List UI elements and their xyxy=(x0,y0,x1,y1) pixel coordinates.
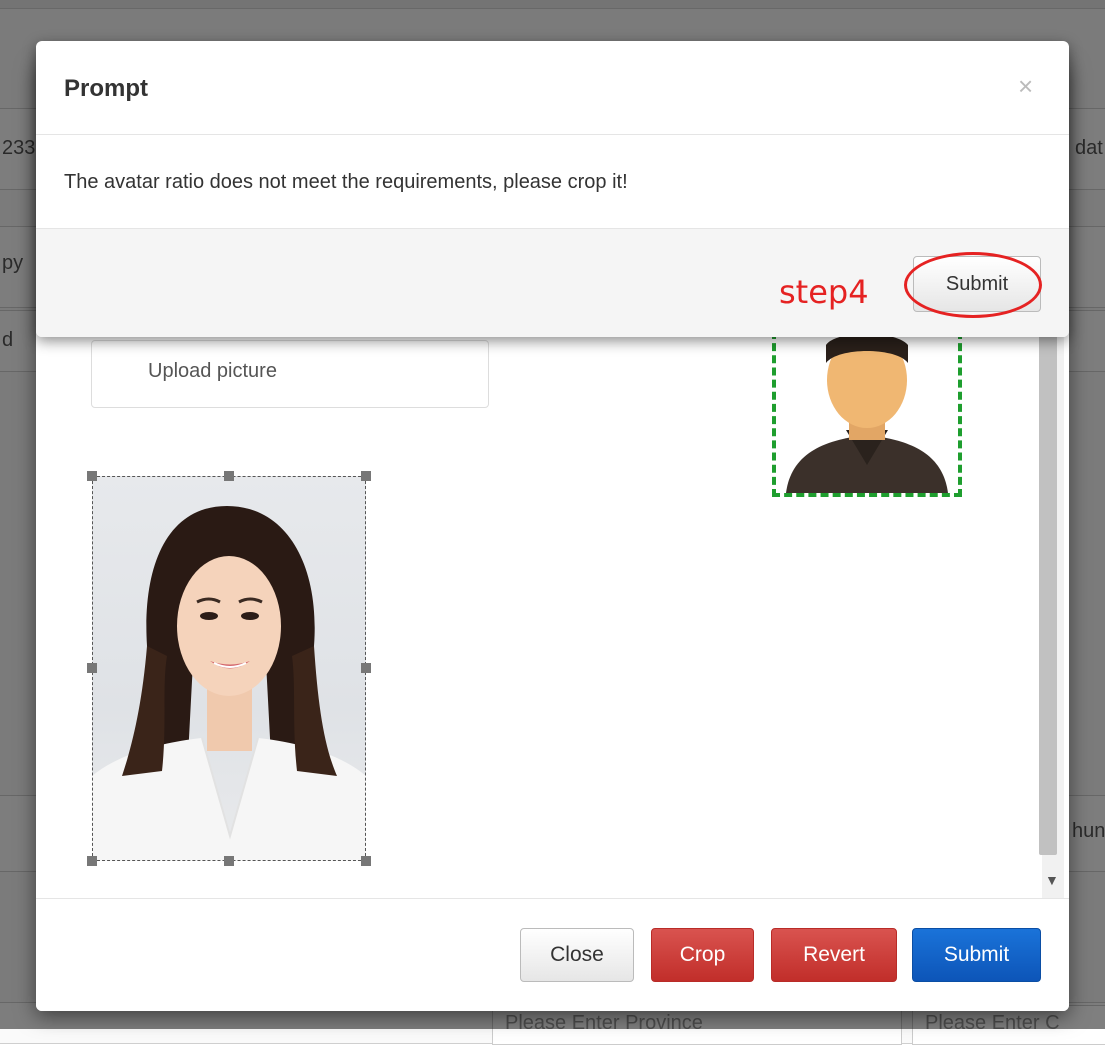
crop-selection-frame[interactable] xyxy=(92,476,366,861)
prompt-dialog: Prompt × The avatar ratio does not meet … xyxy=(36,41,1069,337)
step-annotation: step4 xyxy=(779,273,869,311)
submit-button[interactable]: Submit xyxy=(912,928,1041,982)
prompt-footer: step4 Submit xyxy=(36,228,1069,337)
close-icon[interactable]: × xyxy=(1018,71,1033,102)
crop-handle-left[interactable] xyxy=(87,663,97,673)
prompt-message: The avatar ratio does not meet the requi… xyxy=(64,171,628,193)
avatar-placeholder-icon xyxy=(776,335,958,493)
prompt-body: The avatar ratio does not meet the requi… xyxy=(36,135,1069,227)
close-button[interactable]: Close xyxy=(520,928,634,982)
crop-handle-top[interactable] xyxy=(224,471,234,481)
scrollbar-thumb[interactable] xyxy=(1039,315,1057,855)
crop-handle-top-right[interactable] xyxy=(361,471,371,481)
crop-handle-bottom-left[interactable] xyxy=(87,856,97,866)
crop-handle-top-left[interactable] xyxy=(87,471,97,481)
revert-button[interactable]: Revert xyxy=(771,928,897,982)
prompt-title: Prompt xyxy=(64,75,148,102)
crop-handle-bottom[interactable] xyxy=(224,856,234,866)
crop-handle-bottom-right[interactable] xyxy=(361,856,371,866)
prompt-submit-button[interactable]: Submit xyxy=(913,256,1041,312)
prompt-header: Prompt × xyxy=(36,41,1069,135)
crop-handle-right[interactable] xyxy=(361,663,371,673)
crop-button[interactable]: Crop xyxy=(651,928,754,982)
scroll-down-arrow-icon[interactable]: ▼ xyxy=(1045,872,1059,888)
upload-picture-button[interactable]: Upload picture xyxy=(91,340,489,408)
avatar-preview xyxy=(772,331,962,497)
crop-dialog-footer: Close Crop Revert Submit xyxy=(36,898,1069,1011)
